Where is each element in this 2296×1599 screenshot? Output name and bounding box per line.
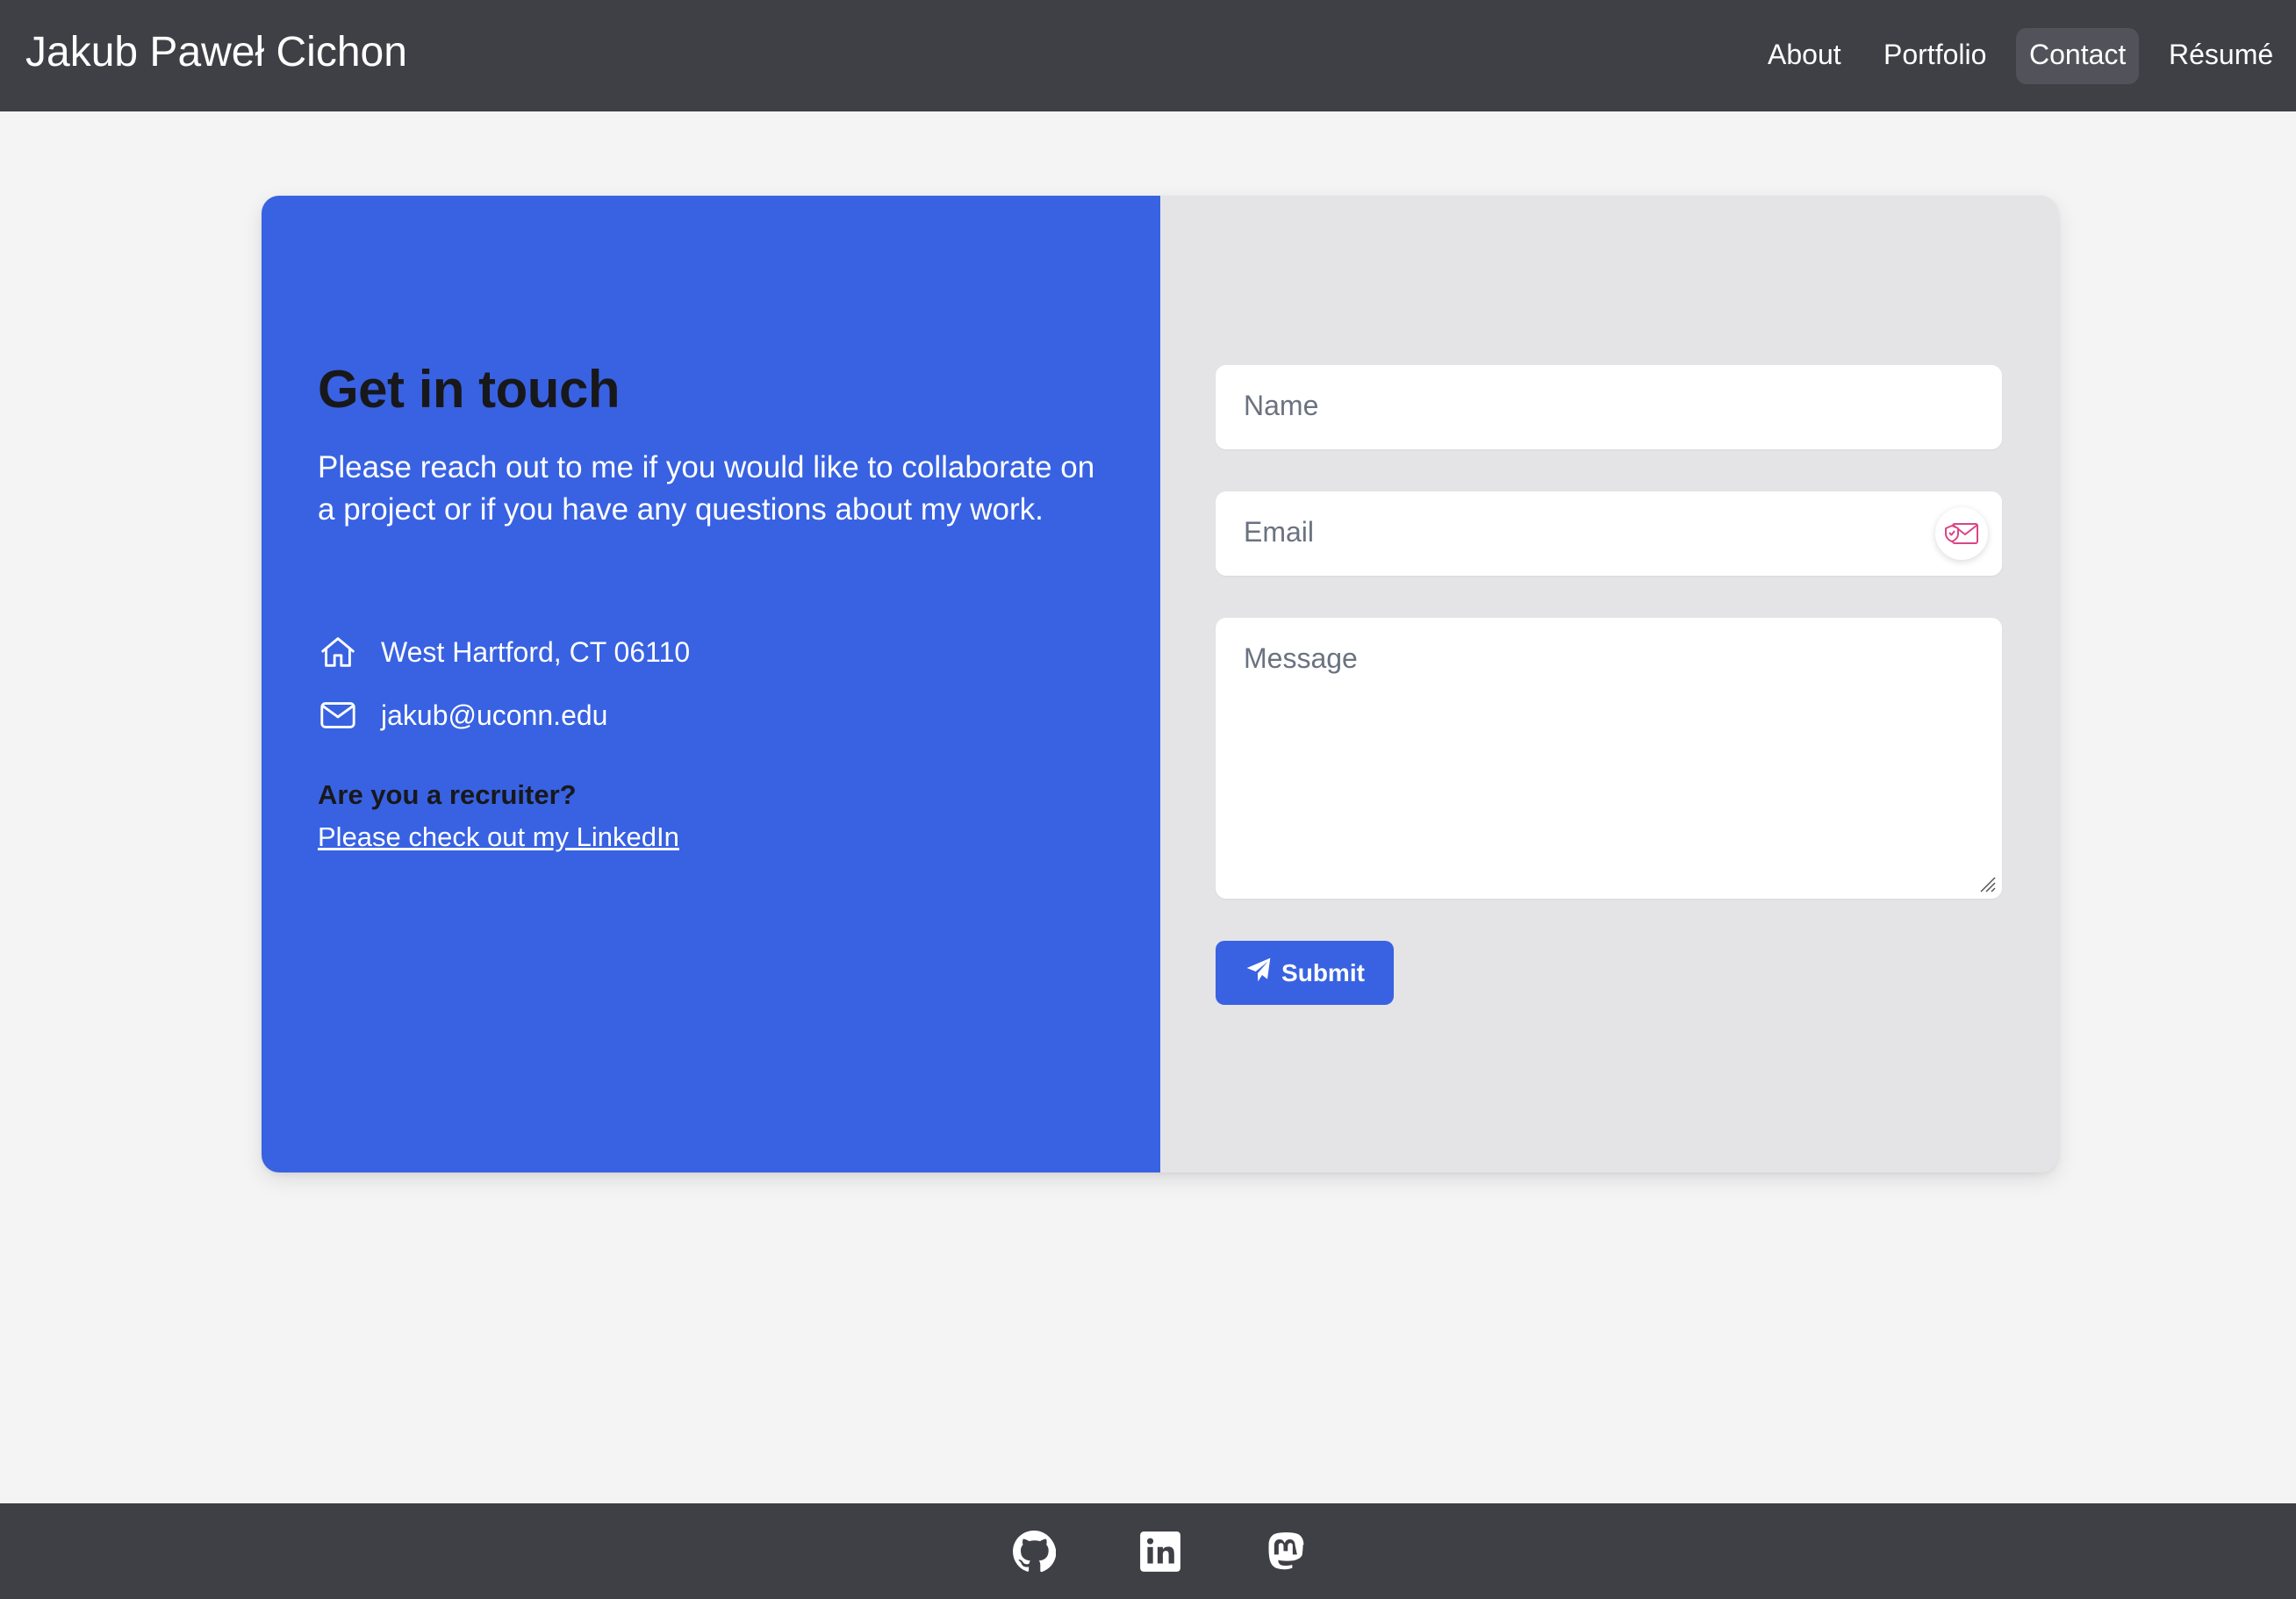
email-shield-icon[interactable] <box>1935 507 1988 560</box>
address-text: West Hartford, CT 06110 <box>381 635 691 668</box>
email-row: jakub@uconn.edu <box>318 693 607 737</box>
mastodon-icon[interactable] <box>1264 1529 1309 1574</box>
nav-portfolio[interactable]: Portfolio <box>1870 28 1999 84</box>
linkedin-icon[interactable] <box>1137 1529 1183 1574</box>
footer <box>0 1503 2296 1599</box>
nav-contact[interactable]: Contact <box>2016 28 2140 84</box>
email-text[interactable]: jakub@uconn.edu <box>381 699 607 732</box>
name-field[interactable]: Name <box>1216 365 2002 449</box>
email-field[interactable]: Email <box>1216 491 2002 576</box>
resize-grip-icon[interactable] <box>1977 874 1997 893</box>
contact-heading: Get in touch <box>318 360 620 419</box>
recruiter-question: Are you a recruiter? <box>318 779 577 810</box>
email-placeholder: Email <box>1244 516 1315 548</box>
site-brand[interactable]: Jakub Paweł Cichon <box>25 26 407 79</box>
address-row: West Hartford, CT 06110 <box>318 630 690 674</box>
top-navbar: Jakub Paweł Cichon About Portfolio Conta… <box>0 0 2296 111</box>
submit-label: Submit <box>1281 958 1365 986</box>
contact-card: Get in touch Please reach out to me if y… <box>262 196 2058 1172</box>
submit-button[interactable]: Submit <box>1216 941 1394 1005</box>
message-placeholder: Message <box>1244 642 1358 674</box>
github-icon[interactable] <box>1011 1529 1057 1574</box>
contact-form-panel: Name Email Message Submit <box>1160 196 2058 1172</box>
nav-resume[interactable]: Résumé <box>2156 28 2286 84</box>
message-field[interactable]: Message <box>1216 618 2002 899</box>
envelope-icon <box>318 695 358 735</box>
linkedin-link[interactable]: Please check out my LinkedIn <box>318 821 679 853</box>
paper-plane-icon <box>1245 956 1273 990</box>
contact-intro: Please reach out to me if you would like… <box>318 450 1095 527</box>
name-placeholder: Name <box>1244 390 1319 421</box>
contact-info-panel: Get in touch Please reach out to me if y… <box>262 196 1160 1172</box>
nav-about[interactable]: About <box>1754 28 1855 84</box>
home-icon <box>318 632 358 672</box>
